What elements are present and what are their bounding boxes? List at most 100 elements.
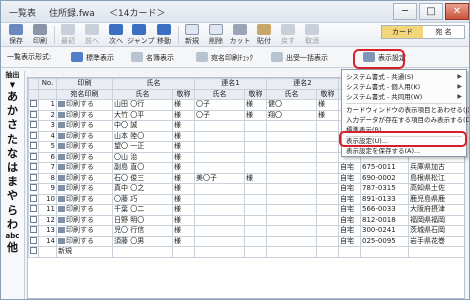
cell-r2[interactable] <box>266 172 317 184</box>
cell-name[interactable]: 山田 〇行 <box>112 99 173 111</box>
cell-r1h[interactable]: 様 <box>244 99 267 111</box>
cell-name[interactable]: 真中 〇之 <box>112 183 173 195</box>
cell-r2[interactable] <box>266 162 317 174</box>
cell-honor[interactable]: 様 <box>172 109 195 121</box>
cell-type[interactable]: 自宅 <box>338 204 361 216</box>
cell-honor[interactable]: 様 <box>172 193 195 205</box>
col-name[interactable]: 氏名 <box>112 88 173 100</box>
col-print-group[interactable]: 印刷 <box>56 78 113 90</box>
cell-r2h[interactable] <box>316 214 339 226</box>
menu-system-shared[interactable]: システム書式 - 共同用(W) <box>346 92 422 102</box>
cell-r1[interactable] <box>194 183 245 195</box>
cell-r1h[interactable]: 様 <box>244 109 267 121</box>
cell-type[interactable]: 自宅 <box>338 225 361 237</box>
row-checkbox[interactable] <box>28 183 39 195</box>
minimize-button[interactable]: ─ <box>393 3 417 20</box>
cell-name[interactable]: 副島 直〇 <box>112 162 173 174</box>
cell-r1h[interactable] <box>244 141 267 153</box>
cell-r1[interactable] <box>194 204 245 216</box>
cell-honor[interactable]: 様 <box>172 162 195 174</box>
cell-r2h[interactable]: 様 <box>316 109 339 121</box>
cell-zip[interactable]: 812-0018 <box>360 214 409 226</box>
cell-r1[interactable] <box>194 214 245 226</box>
index-ka[interactable]: か <box>1 104 24 118</box>
index-na[interactable]: な <box>1 147 24 161</box>
cell-addr[interactable]: 高知県土佐 <box>408 183 464 195</box>
cell-r2h[interactable] <box>316 204 339 216</box>
row-checkbox[interactable] <box>28 172 39 184</box>
cell-r2[interactable] <box>266 204 317 216</box>
cell-r2h[interactable] <box>316 162 339 174</box>
cell-honor[interactable]: 様 <box>172 151 195 163</box>
cell-honor[interactable]: 様 <box>172 141 195 153</box>
row-print[interactable]: 印刷する <box>56 193 113 205</box>
cell-r1h[interactable] <box>244 183 267 195</box>
cell-r2h[interactable] <box>316 141 339 153</box>
cell-r2[interactable] <box>266 183 317 195</box>
row-print[interactable]: 印刷する <box>56 109 113 121</box>
cell-name[interactable]: 石〇 俊三 <box>112 172 173 184</box>
menu-system-common[interactable]: システム書式 - 共通(S) <box>346 72 413 82</box>
cell-honor[interactable]: 様 <box>172 120 195 132</box>
cell-zip[interactable]: 787-0315 <box>360 183 409 195</box>
index-ta[interactable]: た <box>1 133 24 147</box>
cell-addr[interactable]: 岩手県花巻 <box>408 235 464 247</box>
cell-r1h[interactable] <box>244 204 267 216</box>
new-row[interactable]: 新規 <box>28 246 464 258</box>
cell-r1[interactable] <box>194 120 245 132</box>
cut-button[interactable]: カット <box>229 24 251 46</box>
row-print[interactable]: 印刷する <box>56 172 113 184</box>
table-row[interactable]: 13 印刷する 児〇 行信様 自宅 300-0241 茨城県石岡 <box>28 225 464 237</box>
cell-type[interactable]: 自宅 <box>338 172 361 184</box>
row-checkbox[interactable] <box>28 204 39 216</box>
index-ya[interactable]: や <box>1 189 24 203</box>
index-a[interactable]: あ <box>1 90 24 104</box>
index-other[interactable]: 他 <box>1 241 24 255</box>
cell-zip[interactable]: 300-0241 <box>360 225 409 237</box>
menu-show-data-only[interactable]: 入力データが存在する項目のみ表示する(D) <box>346 115 469 125</box>
cancel-button[interactable]: 取消 <box>301 24 323 46</box>
cell-r2[interactable] <box>266 141 317 153</box>
cell-honor[interactable]: 様 <box>172 130 195 142</box>
cell-zip[interactable]: 025-0095 <box>360 235 409 247</box>
cell-r2h[interactable] <box>316 151 339 163</box>
roster-view-button[interactable]: 名簿表示 <box>131 52 174 63</box>
row-checkbox[interactable] <box>28 130 39 142</box>
cell-r1h[interactable] <box>244 235 267 247</box>
col-joint1-name[interactable]: 氏名 <box>194 88 245 100</box>
move-button[interactable]: 移動 <box>153 24 175 46</box>
cell-r1h[interactable] <box>244 151 267 163</box>
cell-name[interactable]: 大竹 〇平 <box>112 109 173 121</box>
row-print[interactable]: 印刷する <box>56 162 113 174</box>
cell-r2[interactable] <box>266 235 317 247</box>
row-checkbox[interactable] <box>28 120 39 132</box>
paste-button[interactable]: 貼付 <box>253 24 275 46</box>
cell-zip[interactable]: 675-0011 <box>360 162 409 174</box>
index-abc[interactable]: abc <box>1 232 24 241</box>
row-checkbox[interactable] <box>28 109 39 121</box>
cell-zip[interactable]: 690-0002 <box>360 172 409 184</box>
row-checkbox[interactable] <box>28 225 39 237</box>
cell-addr[interactable]: 兵庫県加古 <box>408 162 464 174</box>
menu-match-card-window[interactable]: カードウィンドウの表示項目とあわせる(J) <box>346 105 469 115</box>
cell-honor[interactable]: 様 <box>172 204 195 216</box>
row-print[interactable]: 印刷する <box>56 151 113 163</box>
cell-r2h[interactable] <box>316 193 339 205</box>
cell-honor[interactable]: 様 <box>172 225 195 237</box>
row-print[interactable]: 印刷する <box>56 120 113 132</box>
cell-name[interactable]: 須藤 〇男 <box>112 235 173 247</box>
menu-save-settings[interactable]: 表示設定を保存する(A)... <box>346 146 420 156</box>
table-row[interactable]: 7 印刷する 副島 直〇様 自宅 675-0011 兵庫県加古 <box>28 162 464 174</box>
new-button[interactable]: 新規 <box>181 24 203 46</box>
cell-r2h[interactable] <box>316 235 339 247</box>
jump-button[interactable]: ジャンプ <box>127 24 154 46</box>
row-print[interactable]: 印刷する <box>56 99 113 111</box>
col-name-group[interactable]: 氏名 <box>112 78 195 90</box>
print-check-button[interactable]: 宛名印刷ﾁｪｯｸ <box>196 52 253 63</box>
row-print[interactable]: 印刷する <box>56 141 113 153</box>
next-button[interactable]: 次へ <box>105 24 127 46</box>
col-honorific[interactable]: 敬称 <box>172 88 195 100</box>
cell-r2h[interactable] <box>316 120 339 132</box>
prev-button[interactable]: 前へ <box>81 24 103 46</box>
index-ra[interactable]: ら <box>1 204 24 218</box>
